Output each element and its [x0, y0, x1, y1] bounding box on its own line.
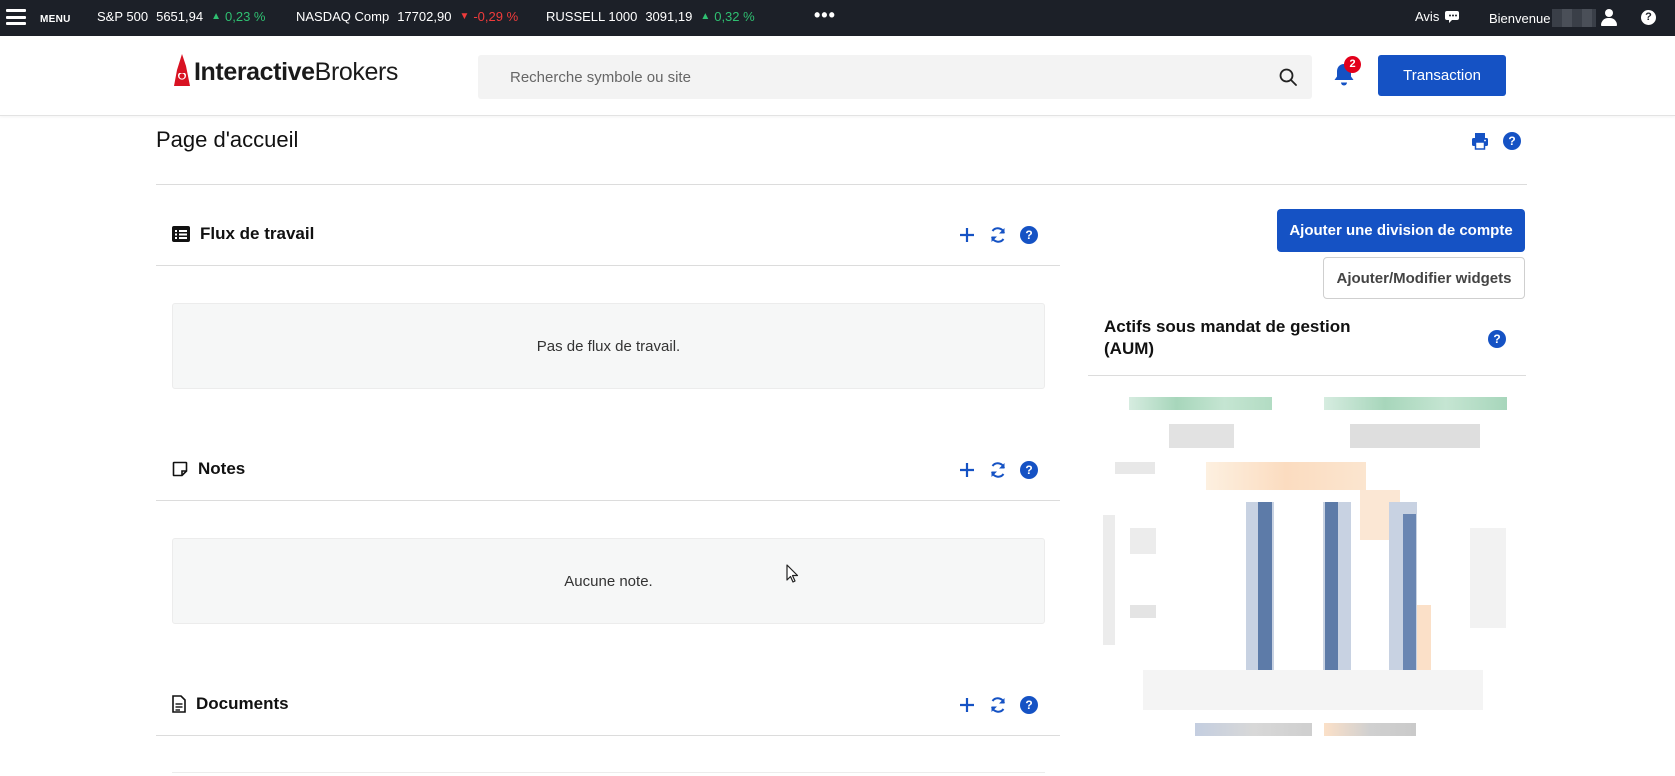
transaction-button[interactable]: Transaction: [1378, 55, 1506, 96]
workflow-refresh-icon[interactable]: [989, 226, 1007, 244]
notes-title: Notes: [198, 459, 246, 478]
divider: [1088, 375, 1526, 376]
notes-plus-icon[interactable]: [958, 461, 976, 479]
aum-help-icon[interactable]: ?: [1488, 330, 1506, 348]
site-header: InteractiveBrokers 2 Transaction: [0, 36, 1675, 116]
workflow-empty-text: Pas de flux de travail.: [536, 337, 681, 355]
menu-button[interactable]: MENU: [6, 9, 71, 25]
notes-empty-text: Aucune note.: [564, 572, 653, 590]
workflow-section-header: Flux de travail: [172, 224, 314, 244]
printer-icon[interactable]: [1471, 132, 1489, 150]
chat-bubble-icon: [1445, 11, 1460, 23]
aum-widget-title: Actifs sous mandat de gestion (AUM): [1104, 317, 1351, 358]
redacted-username: [1552, 9, 1597, 27]
notification-badge: 2: [1344, 56, 1361, 73]
index-value: 17702,90: [397, 9, 452, 24]
index-change: 0,32 %: [714, 9, 755, 24]
index-value: 5651,94: [156, 9, 204, 24]
search-input[interactable]: [478, 55, 1258, 99]
documents-plus-icon[interactable]: [958, 696, 976, 714]
list-icon: [172, 226, 190, 242]
search-bar: [478, 55, 1312, 99]
document-icon: [172, 695, 186, 713]
market-ticker-bar: MENU S&P 500 5651,94 ▲ 0,23 % NASDAQ Com…: [0, 0, 1675, 36]
help-icon[interactable]: ?: [1641, 10, 1656, 25]
welcome-user: Bienvenue: [1489, 9, 1618, 27]
avis-button[interactable]: Avis: [1415, 9, 1461, 24]
documents-refresh-icon[interactable]: [989, 696, 1007, 714]
notes-section-header: Notes: [172, 459, 245, 479]
welcome-label: Bienvenue: [1489, 10, 1551, 26]
arrow-down-icon: ▼: [459, 11, 470, 22]
documents-title: Documents: [196, 694, 289, 713]
documents-box-top: [172, 772, 1045, 773]
menu-label: MENU: [40, 13, 71, 25]
interactive-brokers-logo[interactable]: InteractiveBrokers: [173, 54, 398, 90]
index-name: NASDAQ Comp: [296, 9, 390, 24]
workflow-plus-icon[interactable]: [958, 226, 976, 244]
ticker-item-sp500[interactable]: S&P 500 5651,94 ▲ 0,23 %: [97, 9, 265, 24]
more-indices-button[interactable]: •••: [814, 5, 836, 26]
logo-text: InteractiveBrokers: [194, 57, 399, 86]
index-name: RUSSELL 1000: [546, 9, 638, 24]
edit-widgets-button[interactable]: Ajouter/Modifier widgets: [1323, 257, 1525, 299]
sticky-note-icon: [172, 461, 188, 477]
ticker-item-russell[interactable]: RUSSELL 1000 3091,19 ▲ 0,32 %: [546, 9, 755, 24]
hamburger-icon: [6, 9, 26, 25]
divider: [156, 265, 1060, 266]
search-icon[interactable]: [1279, 68, 1297, 86]
workflow-empty-state: Pas de flux de travail.: [172, 303, 1045, 389]
logo-flame-icon: [174, 54, 190, 86]
notes-empty-state: Aucune note.: [172, 538, 1045, 624]
arrow-up-icon: ▲: [211, 11, 221, 22]
workflow-help-icon[interactable]: ?: [1020, 226, 1038, 244]
ticker-item-nasdaq[interactable]: NASDAQ Comp 17702,90 ▼ -0,29 %: [296, 9, 518, 24]
index-value: 3091,19: [645, 9, 693, 24]
index-change: -0,29 %: [473, 9, 519, 24]
page-help-icon[interactable]: ?: [1503, 132, 1521, 150]
index-change: 0,23 %: [225, 9, 266, 24]
add-account-division-button[interactable]: Ajouter une division de compte: [1277, 209, 1525, 252]
avis-label: Avis: [1415, 9, 1440, 24]
notes-refresh-icon[interactable]: [989, 461, 1007, 479]
arrow-up-icon: ▲: [700, 11, 711, 22]
documents-help-icon[interactable]: ?: [1020, 696, 1038, 714]
page-title: Page d'accueil: [156, 127, 299, 152]
index-name: S&P 500: [97, 9, 149, 24]
mouse-cursor-icon: [786, 564, 799, 583]
divider: [156, 735, 1060, 736]
notes-help-icon[interactable]: ?: [1020, 461, 1038, 479]
documents-section-header: Documents: [172, 694, 289, 714]
workflow-title: Flux de travail: [200, 224, 315, 243]
divider: [156, 184, 1527, 185]
user-icon[interactable]: [1600, 9, 1618, 27]
divider: [156, 500, 1060, 501]
